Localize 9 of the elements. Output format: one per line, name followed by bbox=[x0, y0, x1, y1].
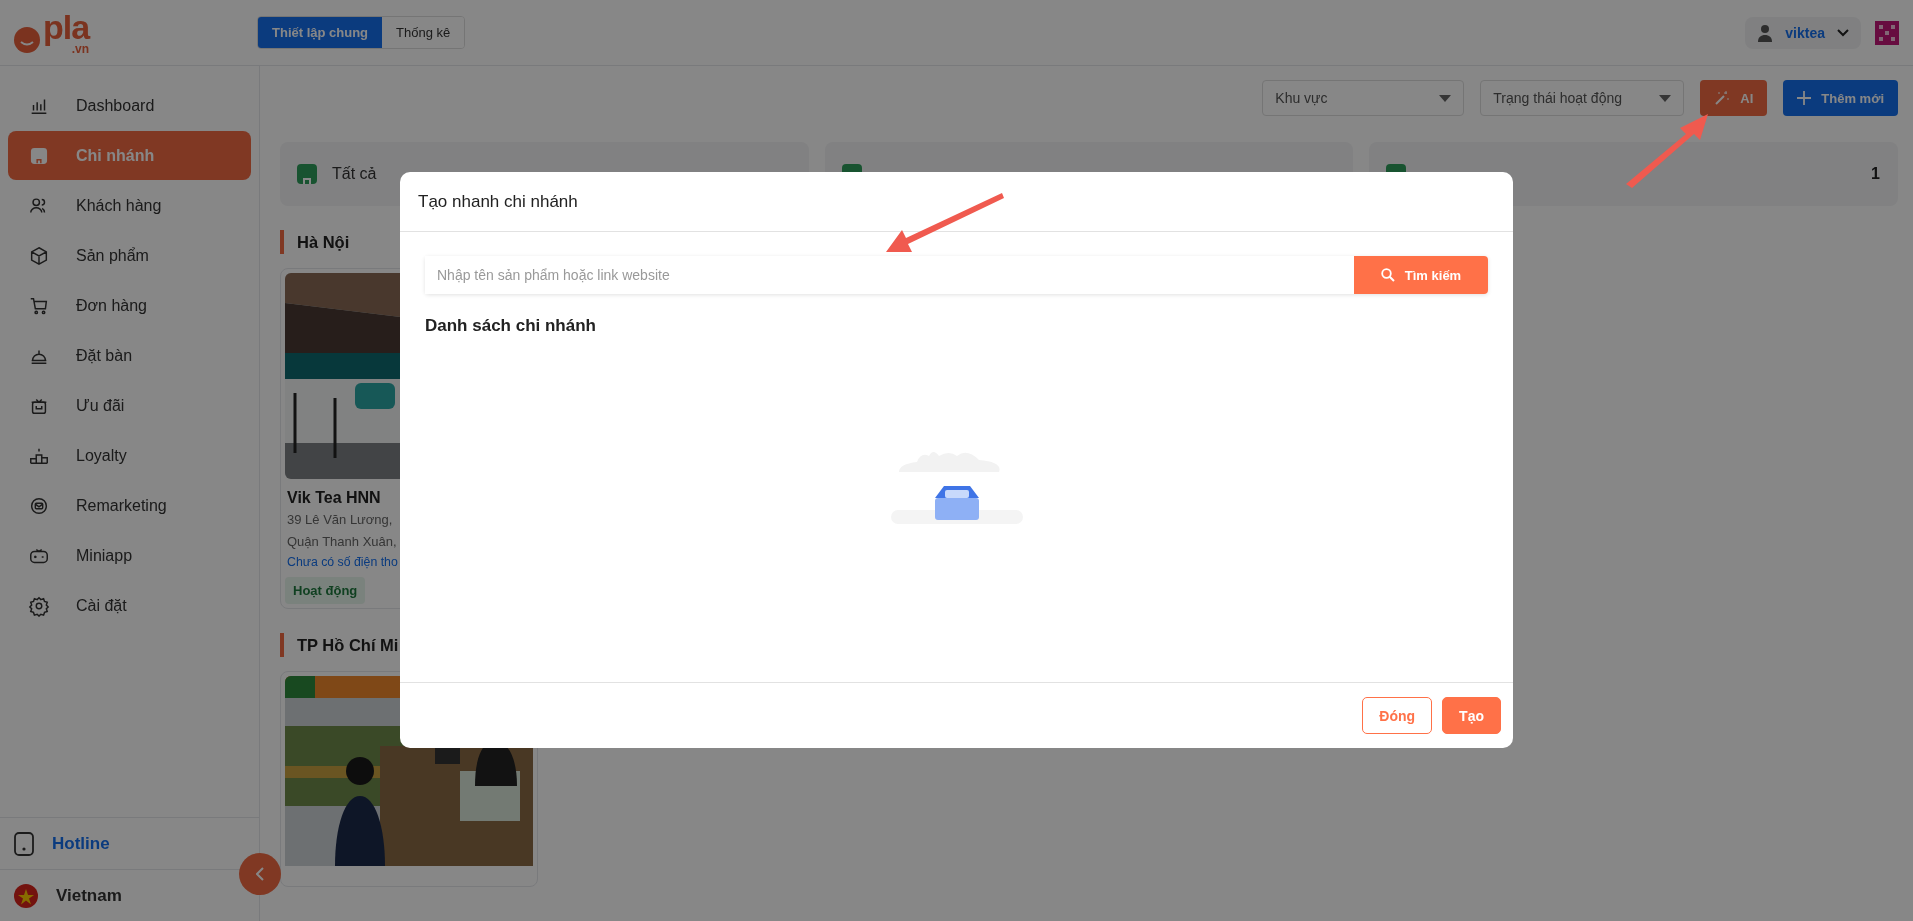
dialog-title: Tạo nhanh chi nhánh bbox=[418, 191, 578, 212]
branch-address: Quận Thanh Xuân, bbox=[286, 533, 398, 551]
status-badge: Hoạt động bbox=[285, 577, 366, 604]
stat-count: 1 bbox=[1871, 165, 1880, 183]
list-title: Danh sách chi nhánh bbox=[425, 316, 597, 336]
stat-label: Tất cả bbox=[332, 165, 378, 183]
branch-name: Vik Tea HNN bbox=[286, 489, 382, 507]
logo-domain: .vn bbox=[71, 42, 90, 55]
branch-address: 39 Lê Văn Lương, bbox=[286, 511, 394, 529]
